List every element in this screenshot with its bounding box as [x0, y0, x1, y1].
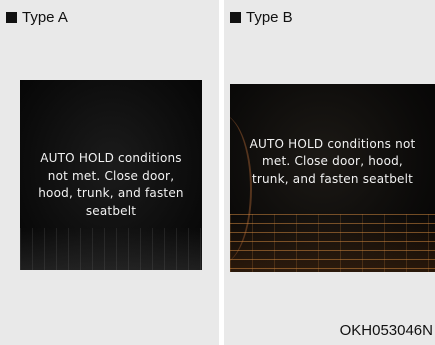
type-b-heading: Type B: [230, 9, 293, 26]
square-bullet-icon: [6, 12, 17, 23]
type-a-heading: Type A: [6, 9, 68, 26]
type-a-label: Type A: [22, 9, 68, 26]
type-b-label: Type B: [246, 9, 293, 26]
type-a-warning-message: AUTO HOLD conditions not met. Close door…: [38, 151, 184, 218]
figure-code: OKH053046N: [339, 322, 433, 339]
type-b-panel: Type B AUTO HOLD conditions not met. Clo…: [224, 0, 435, 345]
square-bullet-icon: [230, 12, 241, 23]
type-a-panel: Type A AUTO HOLD conditions not met. Clo…: [0, 0, 219, 345]
display-floor-grid: [230, 214, 435, 272]
display-floor-grid: [20, 228, 202, 270]
type-b-cluster-display: AUTO HOLD conditions not met. Close door…: [230, 84, 435, 272]
type-a-cluster-display: AUTO HOLD conditions not met. Close door…: [20, 80, 202, 270]
type-b-warning-message: AUTO HOLD conditions not met. Close door…: [249, 136, 416, 186]
